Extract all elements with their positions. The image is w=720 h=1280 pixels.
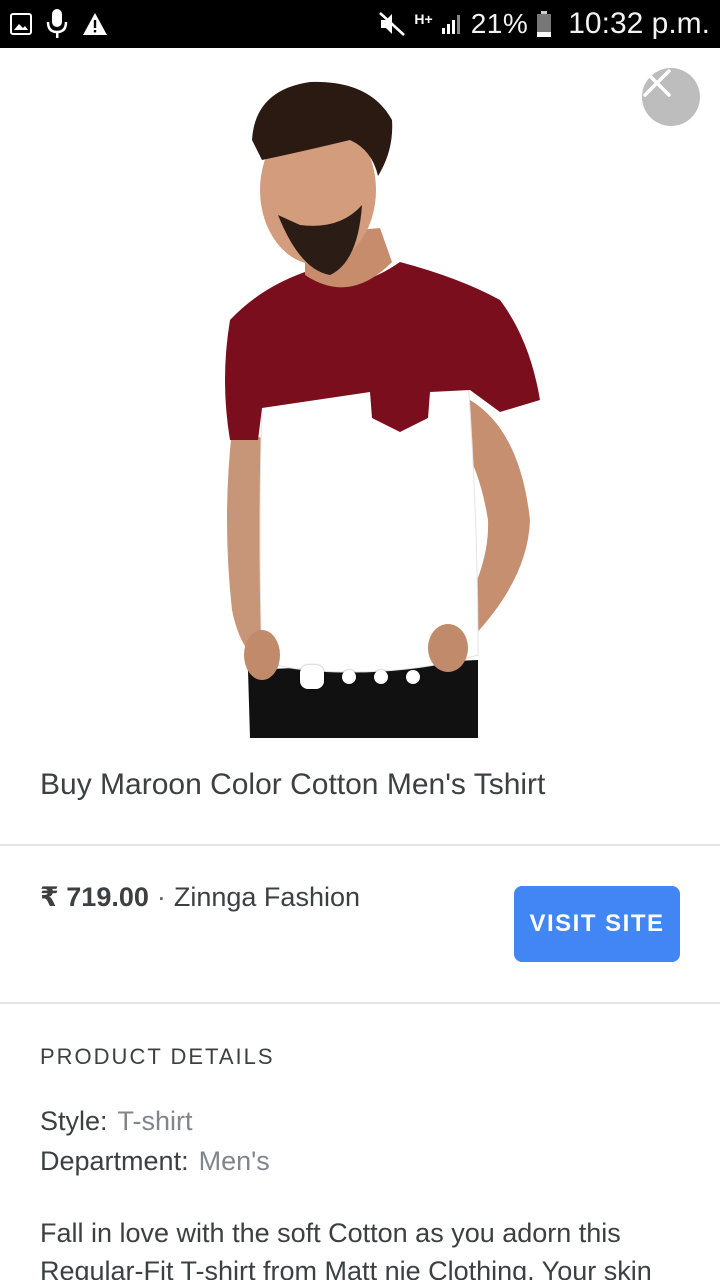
battery-icon (536, 10, 552, 38)
department-label: Department: (40, 1146, 189, 1176)
mute-icon (378, 11, 406, 37)
department-value: Men's (198, 1146, 270, 1176)
product-details-heading: PRODUCT DETAILS (40, 1044, 275, 1069)
close-button[interactable] (642, 68, 700, 126)
network-label: H+ (414, 11, 433, 27)
battery-percent: 21% (470, 8, 529, 39)
clock: 10:32 p.m. (568, 7, 710, 40)
product-image-carousel[interactable] (0, 48, 720, 738)
mic-icon (46, 8, 68, 40)
style-label: Style: (40, 1106, 108, 1136)
close-icon (643, 69, 671, 97)
product-description: Fall in love with the soft Cotton as you… (40, 1218, 652, 1280)
network-icon: H+ (414, 12, 432, 26)
carousel-indicator (0, 665, 720, 689)
carousel-dot[interactable] (406, 670, 420, 684)
product-photo (225, 81, 540, 738)
carousel-dot[interactable] (374, 670, 388, 684)
product-price: ₹ 719.00 (40, 882, 149, 912)
divider (0, 1002, 720, 1004)
divider (0, 844, 720, 846)
visit-site-button[interactable]: VISIT SITE (514, 886, 680, 962)
status-bar: H+ 21% 10:32 p.m. (0, 0, 720, 48)
status-right: H+ 21% 10:32 p.m. (378, 7, 710, 41)
gallery-icon (10, 13, 32, 35)
product-title: Buy Maroon Color Cotton Men's Tshirt (40, 768, 546, 801)
carousel-dot[interactable] (300, 665, 324, 689)
status-left (10, 8, 108, 40)
department-row: Department: Men's (40, 1146, 270, 1177)
style-value: T-shirt (117, 1106, 193, 1136)
signal-icon (441, 13, 463, 35)
warning-icon (82, 12, 108, 36)
style-row: Style: T-shirt (40, 1106, 193, 1137)
seller-name: Zinnga Fashion (173, 882, 360, 912)
price-separator: · (156, 882, 166, 912)
price-row: ₹ 719.00 · Zinnga Fashion (40, 882, 360, 913)
carousel-dot[interactable] (342, 670, 356, 684)
